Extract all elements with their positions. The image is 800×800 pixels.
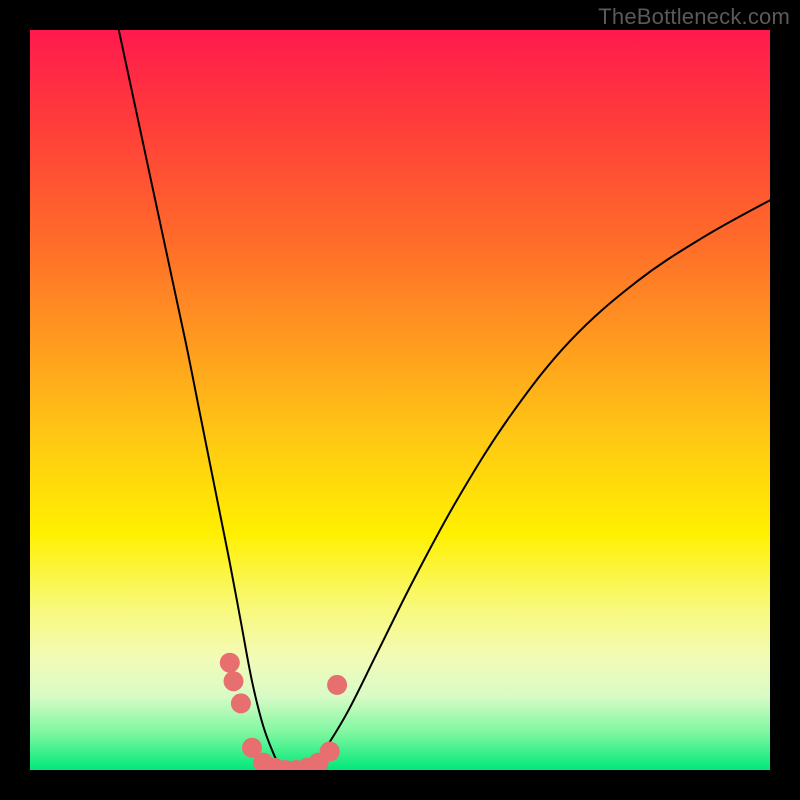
data-marker [224,671,244,691]
plot-area [30,30,770,770]
data-marker [231,693,251,713]
series-left-curve [119,30,282,770]
watermark-text: TheBottleneck.com [598,4,790,30]
curve-layer [119,30,770,770]
marker-layer [220,653,347,770]
chart-svg [30,30,770,770]
series-right-curve [311,200,770,770]
data-marker [220,653,240,673]
data-marker [320,742,340,762]
chart-frame: TheBottleneck.com [0,0,800,800]
data-marker [327,675,347,695]
